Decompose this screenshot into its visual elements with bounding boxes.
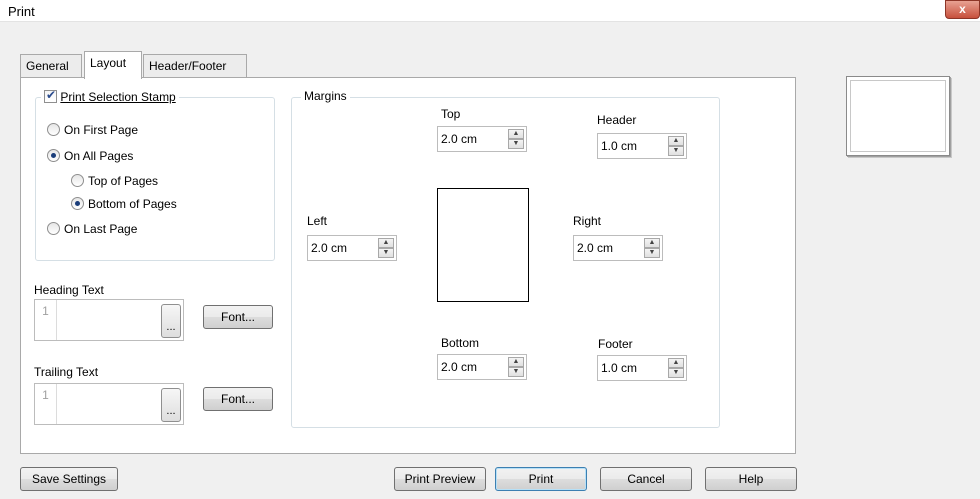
radio-all-pages[interactable]: On All Pages (47, 148, 133, 163)
stamp-checkbox-label: Print Selection Stamp (60, 89, 176, 104)
trailing-text-input[interactable]: 1 ... (34, 383, 184, 425)
margin-left-label: Left (307, 214, 328, 228)
margin-right-label: Right (573, 214, 602, 228)
margin-top-stepper[interactable]: 2.0 cm ▲ ▼ (437, 126, 527, 152)
margin-bottom-stepper[interactable]: 2.0 cm ▲ ▼ (437, 354, 527, 380)
print-button[interactable]: Print (495, 467, 587, 491)
margin-header-label: Header (597, 113, 637, 127)
title-bar: Print (0, 0, 980, 22)
margin-top-label: Top (441, 107, 461, 121)
save-settings-button[interactable]: Save Settings (20, 467, 118, 491)
stamp-checkbox[interactable]: Print Selection Stamp (41, 88, 179, 104)
trailing-font-button[interactable]: Font... (203, 387, 273, 411)
spin-down-icon[interactable]: ▼ (508, 367, 524, 377)
trailing-text-label: Trailing Text (34, 365, 99, 379)
close-icon[interactable]: x (945, 0, 980, 19)
spin-down-icon[interactable]: ▼ (644, 248, 660, 258)
margin-bottom-label: Bottom (441, 336, 480, 350)
margin-footer-stepper[interactable]: 1.0 cm ▲ ▼ (597, 355, 687, 381)
cancel-button[interactable]: Cancel (600, 467, 692, 491)
margin-left-stepper[interactable]: 2.0 cm ▲ ▼ (307, 235, 397, 261)
page-margin-preview (437, 188, 529, 302)
margin-footer-label: Footer (598, 337, 633, 351)
tab-header-footer[interactable]: Header/Footer (143, 54, 247, 78)
heading-line-number: 1 (35, 300, 57, 340)
trailing-ellipsis-button[interactable]: ... (161, 388, 181, 422)
window-title: Print (8, 4, 35, 19)
margin-right-stepper[interactable]: 2.0 cm ▲ ▼ (573, 235, 663, 261)
spin-down-icon[interactable]: ▼ (508, 139, 524, 149)
heading-text-label: Heading Text (34, 283, 104, 297)
help-button[interactable]: Help (705, 467, 797, 491)
print-preview-button[interactable]: Print Preview (394, 467, 486, 491)
page-preview-thumbnail (846, 76, 950, 156)
heading-font-button[interactable]: Font... (203, 305, 273, 329)
margin-right-value[interactable]: 2.0 cm (577, 241, 613, 255)
spin-down-icon[interactable]: ▼ (378, 248, 394, 258)
spin-up-icon[interactable]: ▲ (668, 136, 684, 146)
spin-down-icon[interactable]: ▼ (668, 368, 684, 378)
spin-up-icon[interactable]: ▲ (508, 129, 524, 139)
radio-first-page[interactable]: On First Page (47, 122, 138, 137)
tab-general[interactable]: General (20, 54, 82, 78)
radio-last-page[interactable]: On Last Page (47, 221, 137, 236)
spin-up-icon[interactable]: ▲ (378, 238, 394, 248)
spin-up-icon[interactable]: ▲ (508, 357, 524, 367)
radio-top-of-pages[interactable]: Top of Pages (71, 173, 158, 188)
heading-ellipsis-button[interactable]: ... (161, 304, 181, 338)
margin-top-value[interactable]: 2.0 cm (441, 132, 477, 146)
spin-down-icon[interactable]: ▼ (668, 146, 684, 156)
margin-header-stepper[interactable]: 1.0 cm ▲ ▼ (597, 133, 687, 159)
spin-up-icon[interactable]: ▲ (668, 358, 684, 368)
spin-up-icon[interactable]: ▲ (644, 238, 660, 248)
margin-footer-value[interactable]: 1.0 cm (601, 361, 637, 375)
margin-left-value[interactable]: 2.0 cm (311, 241, 347, 255)
radio-bottom-of-pages[interactable]: Bottom of Pages (71, 196, 177, 211)
heading-text-input[interactable]: 1 ... (34, 299, 184, 341)
trailing-line-number: 1 (35, 384, 57, 424)
tab-layout[interactable]: Layout (84, 51, 142, 79)
stamp-checkbox-box[interactable] (44, 88, 57, 104)
margins-legend: Margins (301, 89, 350, 103)
layout-tab-panel: Print Selection Stamp On First Page On A… (20, 77, 796, 454)
margin-bottom-value[interactable]: 2.0 cm (441, 360, 477, 374)
margin-header-value[interactable]: 1.0 cm (601, 139, 637, 153)
